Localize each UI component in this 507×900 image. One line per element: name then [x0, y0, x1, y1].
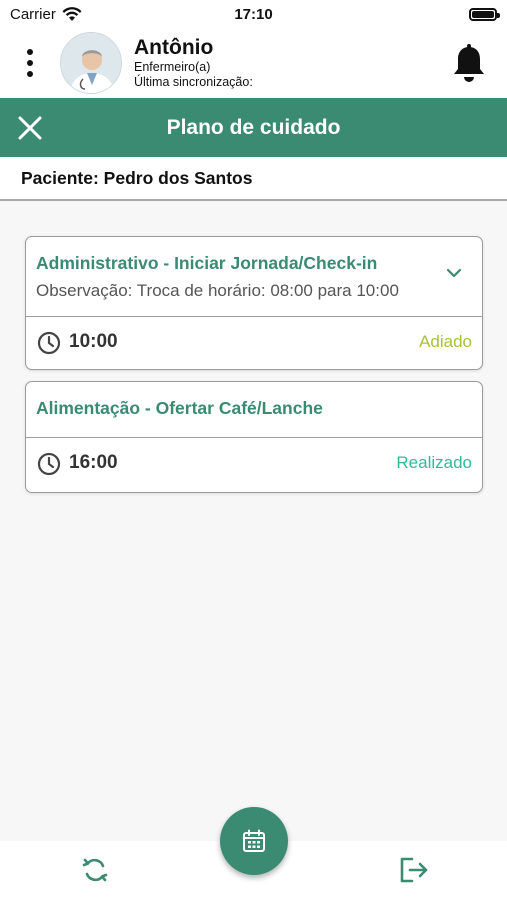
clock-icon	[37, 452, 61, 476]
logout-icon[interactable]	[398, 855, 430, 885]
clock-icon	[37, 331, 61, 355]
task-time: 10:00	[69, 331, 118, 352]
status-bar: Carrier 17:10	[0, 0, 507, 28]
carrier-label: Carrier	[10, 5, 56, 23]
task-observation: Observação: Troca de horário: 08:00 para…	[36, 281, 399, 300]
calendar-icon	[243, 829, 265, 852]
last-sync-label: Última sincronização:	[134, 75, 253, 89]
task-title: Alimentação - Ofertar Café/Lanche	[36, 398, 323, 418]
wifi-icon	[62, 6, 82, 21]
page-title: Plano de cuidado	[166, 115, 341, 139]
card-footer: 10:00 Adiado	[26, 317, 482, 369]
card-header: Administrativo - Iniciar Jornada/Check-i…	[26, 237, 482, 317]
close-icon[interactable]	[14, 112, 46, 144]
user-name: Antônio	[134, 36, 214, 59]
title-bar: Plano de cuidado	[0, 98, 507, 157]
kebab-menu-icon[interactable]	[0, 28, 60, 98]
app-header: Antônio Enfermeiro(a) Última sincronizaç…	[0, 28, 507, 98]
card-footer: 16:00 Realizado	[26, 438, 482, 492]
card-header: Alimentação - Ofertar Café/Lanche	[26, 382, 482, 438]
user-role: Enfermeiro(a)	[134, 60, 211, 74]
avatar	[60, 32, 122, 94]
sync-icon[interactable]	[80, 855, 110, 885]
care-task-card[interactable]: Alimentação - Ofertar Café/Lanche 16:00 …	[25, 381, 483, 493]
status-left: Carrier	[10, 6, 82, 23]
bell-icon[interactable]	[451, 44, 487, 84]
care-task-card[interactable]: Administrativo - Iniciar Jornada/Check-i…	[25, 236, 483, 370]
user-info: Antônio Enfermeiro(a) Última sincronizaç…	[134, 36, 253, 90]
task-time: 16:00	[69, 452, 118, 473]
task-title: Administrativo - Iniciar Jornada/Check-i…	[36, 253, 378, 273]
patient-name: Paciente: Pedro dos Santos	[21, 167, 253, 188]
chevron-down-icon[interactable]	[446, 267, 462, 279]
calendar-button[interactable]	[220, 807, 288, 875]
battery-icon	[469, 7, 500, 21]
avatar-image	[61, 33, 121, 93]
patient-bar: Paciente: Pedro dos Santos	[0, 157, 507, 201]
task-status: Adiado	[419, 332, 472, 351]
task-status: Realizado	[396, 453, 472, 472]
